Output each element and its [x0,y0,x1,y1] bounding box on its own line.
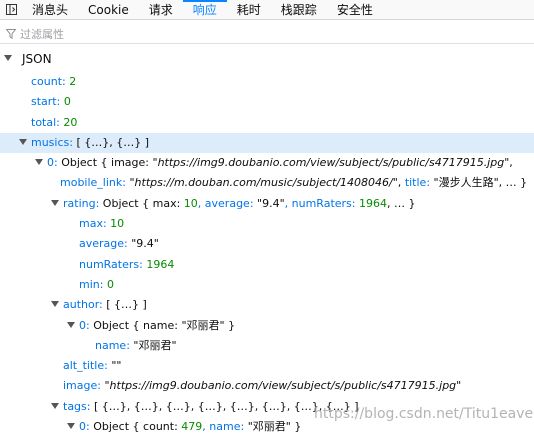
filter-properties-bar[interactable]: 过滤属性 [0,24,534,44]
tree-row-music-0[interactable]: 0: Object { image: "https://img9.doubani… [0,153,534,173]
tab-response[interactable]: 响应 [182,0,227,19]
tree-row-music-0-cont: mobile_link: "https://m.douban.com/music… [60,176,528,190]
tree-row-count[interactable]: count: 2 [0,72,534,92]
tab-cookie[interactable]: Cookie [78,0,139,19]
tree-row-max[interactable]: max: 10 [0,214,534,234]
json-section-title: JSON [22,52,52,66]
expand-arrow-icon[interactable] [51,199,59,206]
filter-icon [6,28,16,39]
tab-timings[interactable]: 耗时 [227,0,271,19]
collapse-arrow-icon [4,55,12,61]
json-section-header[interactable]: JSON [0,48,534,70]
tree-row-numraters[interactable]: numRaters: 1964 [0,255,534,275]
tab-request[interactable]: 请求 [139,0,183,19]
expand-arrow-icon[interactable] [67,321,75,328]
tab-security[interactable]: 安全性 [327,0,383,19]
tree-row-rating[interactable]: rating: Object { max: 10, average: "9.4"… [0,194,534,214]
tree-row-alt-title[interactable]: alt_title: "" [0,356,534,376]
tree-row-total[interactable]: total: 20 [0,113,534,133]
tree-row-author-0[interactable]: 0: Object { name: "邓丽君" } [0,316,534,336]
expand-arrow-icon[interactable] [19,138,27,145]
tree-row-musics[interactable]: musics: [ {…}, {…} ] [0,132,534,154]
expand-arrow-icon[interactable] [67,423,75,430]
tree-row-average[interactable]: average: "9.4" [0,234,534,254]
devtools-tab-bar: 消息头 Cookie 请求 响应 耗时 栈跟踪 安全性 [0,0,534,20]
expand-arrow-icon[interactable] [51,301,59,308]
json-tree: count: 2 start: 0 total: 20 musics: [ {…… [0,72,534,437]
tree-row-author[interactable]: author: [ {…} ] [0,295,534,315]
tab-stack-trace[interactable]: 栈跟踪 [271,0,327,19]
tree-row-start[interactable]: start: 0 [0,92,534,112]
tree-row-author-name[interactable]: name: "邓丽君" [0,336,534,356]
dock-toggle-button[interactable] [0,0,22,19]
expand-arrow-icon[interactable] [51,402,59,409]
tree-row-image[interactable]: image: "https://img9.doubanio.com/view/s… [0,376,534,396]
watermark-text: https://blog.csdn.net/Titu1eave [314,406,534,422]
sidebar-panel-icon [5,4,17,15]
expand-arrow-icon[interactable] [35,159,43,166]
tree-row-min[interactable]: min: 0 [0,275,534,295]
tab-headers[interactable]: 消息头 [22,0,78,19]
filter-input[interactable]: 过滤属性 [20,26,64,42]
